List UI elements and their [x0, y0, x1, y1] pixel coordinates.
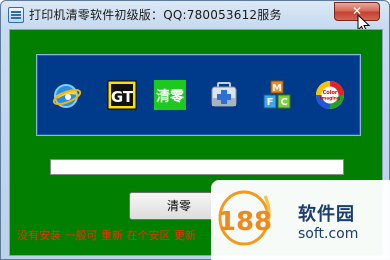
svg-text:188: 188	[218, 207, 272, 237]
mfc-blocks-icon[interactable]: M F C	[262, 80, 292, 110]
watermark-name: 软件园	[298, 204, 355, 225]
watermark: 188 软件园 soft.com	[211, 180, 390, 260]
watermark-domain: soft.com	[298, 226, 359, 242]
svg-text:F: F	[267, 97, 274, 108]
medkit-icon[interactable]	[209, 80, 239, 110]
svg-text:Imaging: Imaging	[320, 96, 340, 102]
ie-globe-icon[interactable]	[51, 80, 82, 110]
title-bar[interactable]: 打印机清零软件初级版：QQ:780053612服务 ✕	[1, 1, 389, 33]
tool-icon-panel: GT 清零 M F C Color Imaging	[36, 54, 361, 136]
svg-text:清零: 清零	[156, 88, 185, 105]
color-imaging-icon[interactable]: Color Imaging	[315, 80, 345, 110]
svg-text:C: C	[280, 97, 287, 108]
window-title: 打印机清零软件初级版：QQ:780053612服务	[29, 8, 282, 22]
gt-icon[interactable]: GT	[107, 80, 137, 110]
svg-text:M: M	[272, 83, 282, 94]
progress-bar	[50, 159, 344, 175]
watermark-188-logo: 188	[218, 190, 272, 246]
app-icon	[8, 7, 24, 23]
qingling-icon[interactable]: 清零	[154, 80, 186, 110]
svg-text:GT: GT	[111, 88, 134, 106]
svg-text:Color: Color	[323, 90, 338, 96]
status-text: 没有安装 一般可 重新 在个安区 更新	[17, 229, 196, 242]
